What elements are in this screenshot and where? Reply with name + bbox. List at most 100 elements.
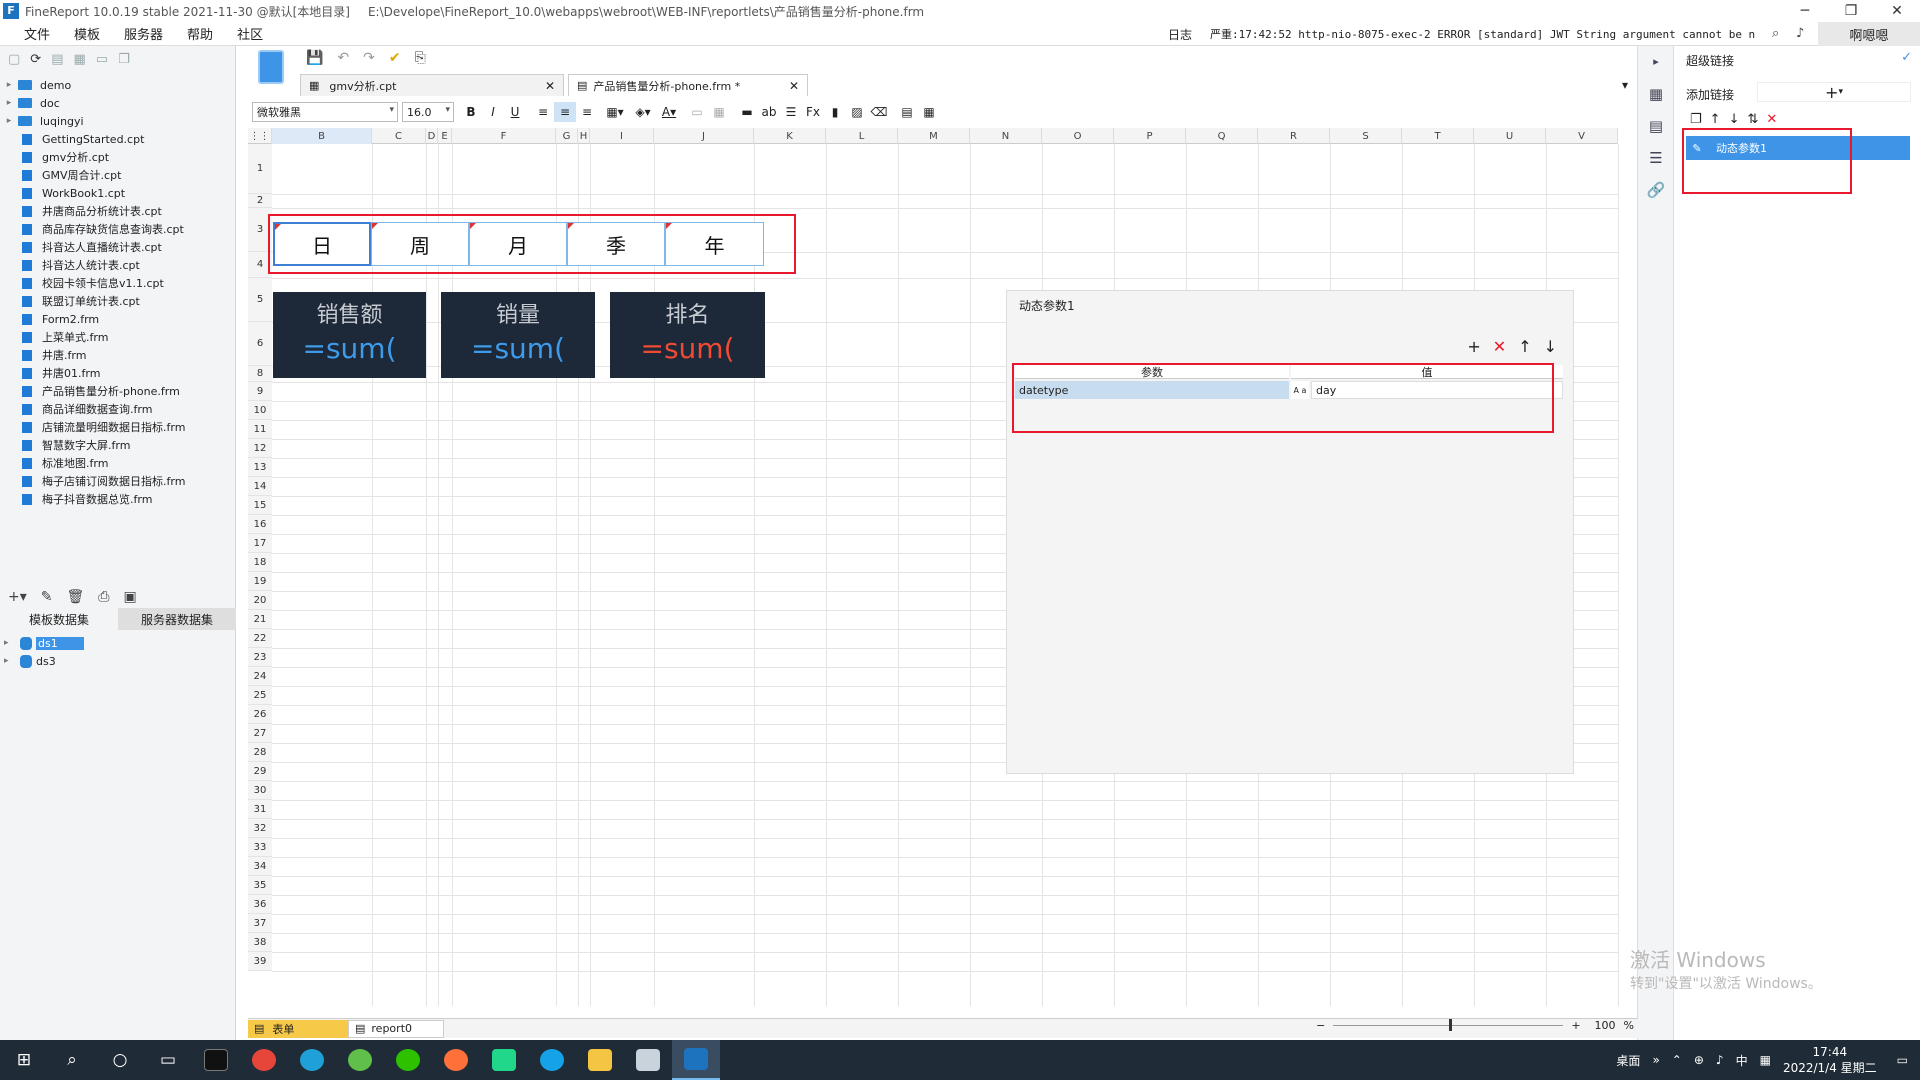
windows-start-icon[interactable]: ⊞ [0,1040,48,1080]
edit-icon[interactable]: ✎ [41,589,53,605]
copy-icon[interactable]: ❐ [118,52,130,67]
tree-file[interactable]: 抖音达人统计表.cpt [0,256,235,274]
wechat-app-icon[interactable] [384,1040,432,1080]
underline-button[interactable]: U [504,102,526,122]
refresh-icon[interactable]: ⟳ [30,52,41,67]
collapse-arrow-icon[interactable]: ▸ [1638,46,1674,78]
form-design-icon[interactable] [258,50,284,84]
expand-arrow-icon[interactable]: ▸ [0,116,18,126]
sheet-icon[interactable]: ▦ [918,102,940,122]
delete-icon[interactable]: ▭ [96,52,108,67]
finereport-app-icon[interactable] [672,1040,720,1080]
row-header-cell[interactable]: 2 [248,194,272,208]
menu-community[interactable]: 社区 [225,24,275,43]
chevron-icon[interactable]: » [1652,1053,1659,1067]
zoom-in-icon[interactable]: + [1571,1019,1580,1032]
add-link-button[interactable]: + ▾ [1757,82,1911,102]
formula-icon[interactable]: Fx [802,102,824,122]
tree-file[interactable]: 商品详细数据查询.frm [0,400,235,418]
expand-arrow-icon[interactable]: ▸ [0,98,18,108]
row-header-cell[interactable]: 38 [248,933,272,952]
save-icon[interactable]: 💾 [306,50,323,66]
tree-file[interactable]: 梅子店铺订阅数据日指标.frm [0,472,235,490]
qq-app-icon[interactable] [528,1040,576,1080]
server-dataset-icon[interactable]: ▣ [123,589,136,605]
tree-folder[interactable]: ▸ doc [0,94,235,112]
subreport-icon[interactable]: ▤ [896,102,918,122]
column-header-cell[interactable]: G [556,128,578,144]
row-header-cell[interactable]: 10 [248,401,272,420]
row-header-cell[interactable]: 30 [248,781,272,800]
tree-file[interactable]: 井唐商品分析统计表.cpt [0,202,235,220]
row-header-cell[interactable]: 1 [248,144,272,194]
tree-file[interactable]: 联盟订单统计表.cpt [0,292,235,310]
dataset-item[interactable]: ▸ ds3 [0,652,56,670]
hyperlink-icon[interactable]: 🔗 [1638,174,1674,206]
row-header-cell[interactable]: 28 [248,743,272,762]
metric-card-volume[interactable]: 销量 =sum( [441,292,595,378]
tab-menu-icon[interactable]: ▾ [1622,78,1628,92]
column-header-cell[interactable]: U [1474,128,1546,144]
task-view-icon[interactable]: ▭ [144,1040,192,1080]
delete-link-icon[interactable]: ✕ [1766,112,1777,127]
column-header-cell[interactable]: B [272,128,372,144]
column-header-cell[interactable]: I [590,128,654,144]
bold-button[interactable]: B [460,102,482,122]
edit-icon[interactable]: ✓ [1901,50,1912,65]
unmerge-icon[interactable]: ▦ [708,102,730,122]
tree-file[interactable]: WorkBook1.cpt [0,184,235,202]
printer-app-icon[interactable] [624,1040,672,1080]
bell-icon[interactable]: ♪ [1796,26,1804,41]
log-message[interactable]: 严重:17:42:52 http-nio-8075-exec-2 ERROR [… [1210,26,1756,42]
column-header-cell[interactable]: V [1546,128,1618,144]
column-header-cell[interactable]: O [1042,128,1114,144]
add-param-icon[interactable]: + [1467,337,1480,356]
close-tab-icon[interactable]: ✕ [527,79,555,93]
condition-icon[interactable]: ☰ [1638,142,1674,174]
keyboard-icon[interactable]: ▦ [1760,1053,1771,1067]
row-header-cell[interactable]: 8 [248,366,272,382]
row-header-cell[interactable]: 29 [248,762,272,781]
row-header-cell[interactable]: 19 [248,572,272,591]
tree-file[interactable]: 井唐01.frm [0,364,235,382]
column-header-cell[interactable]: C [372,128,426,144]
column-header-cell[interactable]: K [754,128,826,144]
select-all-corner[interactable]: ⋮⋮ [248,128,272,144]
align-left-icon[interactable]: ≡ [532,102,554,122]
tree-file[interactable]: GettingStarted.cpt [0,130,235,148]
column-header-cell[interactable]: P [1114,128,1186,144]
row-header-cell[interactable]: 37 [248,914,272,933]
row-header-cell[interactable]: 20 [248,591,272,610]
row-header-cell[interactable]: 27 [248,724,272,743]
row-header-cell[interactable]: 24 [248,667,272,686]
move-up-icon[interactable]: ↑ [1710,112,1721,127]
expand-arrow-icon[interactable]: ▸ [0,80,18,90]
column-header-cell[interactable]: E [438,128,452,144]
ime-label[interactable]: 中 [1736,1052,1748,1069]
column-header-cell[interactable]: F [452,128,556,144]
tree-file[interactable]: gmv分析.cpt [0,148,235,166]
edge-app-icon[interactable] [288,1040,336,1080]
tree-file[interactable]: 梅子抖音数据总览.frm [0,490,235,508]
tree-file[interactable]: 井唐.frm [0,346,235,364]
close-icon[interactable]: ✕ [1874,0,1920,22]
tree-file[interactable]: 店铺流量明细数据日指标.frm [0,418,235,436]
move-down-icon[interactable]: ↓ [1544,337,1557,356]
align-center-icon[interactable]: ≡ [554,102,576,122]
clock[interactable]: 17:44 2022/1/4 星期二 [1783,1044,1877,1076]
colorful-app-icon[interactable] [336,1040,384,1080]
file-explorer-icon[interactable] [576,1040,624,1080]
row-header-cell[interactable]: 32 [248,819,272,838]
tree-folder[interactable]: ▸ demo [0,76,235,94]
column-header-cell[interactable]: R [1258,128,1330,144]
text-icon[interactable]: ab [758,102,780,122]
column-header-cell[interactable]: Q [1186,128,1258,144]
metric-card-rank[interactable]: 排名 =sum( [610,292,765,378]
row-header-cell[interactable]: 18 [248,553,272,572]
row-header-cell[interactable]: 31 [248,800,272,819]
preview-icon[interactable]: ⎙ [98,589,109,605]
row-header-cell[interactable]: 15 [248,496,272,515]
tree-folder[interactable]: ▸ luqingyi [0,112,235,130]
cortana-icon[interactable]: ○ [96,1040,144,1080]
font-color-icon[interactable]: A▾ [658,102,680,122]
